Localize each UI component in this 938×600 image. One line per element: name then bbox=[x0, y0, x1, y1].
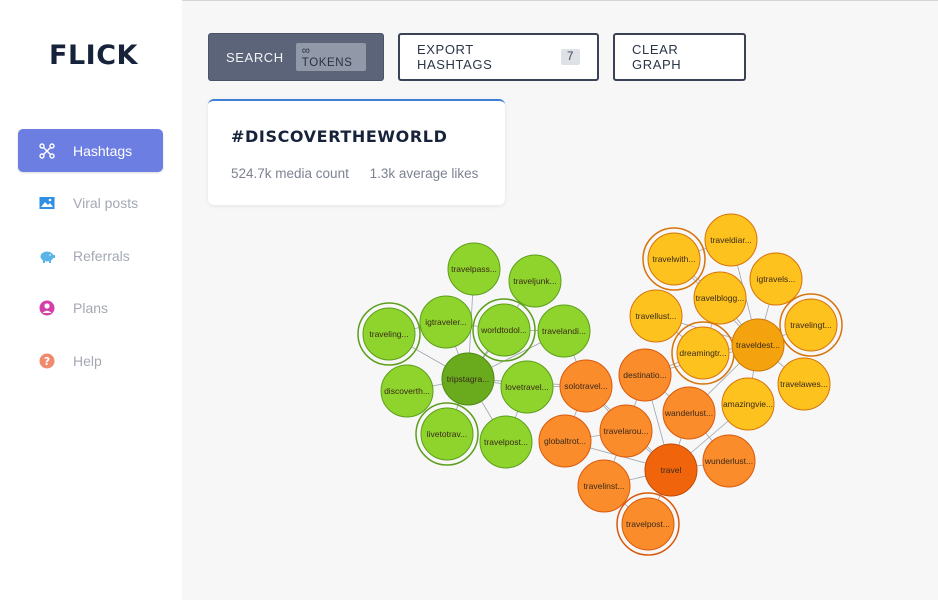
node-label: travelarou... bbox=[604, 426, 649, 436]
graph-node-travelawes[interactable]: travelawes... bbox=[777, 357, 831, 411]
graph-node-igtravels[interactable]: igtravels... bbox=[749, 252, 803, 306]
graph-node-igtraveler[interactable]: igtraveler... bbox=[419, 295, 473, 349]
graph-node-traveljunk[interactable]: traveljunk... bbox=[508, 254, 562, 308]
node-label: travel bbox=[661, 465, 682, 475]
node-label: traveldest... bbox=[736, 340, 780, 350]
node-label: igtraveler... bbox=[425, 317, 467, 327]
graph-nodes: travelpass... traveljunk... traveling... ig… bbox=[357, 213, 843, 556]
node-label: travelinst... bbox=[583, 481, 624, 491]
node-label: travelawes... bbox=[780, 379, 828, 389]
node-label: discoverth... bbox=[384, 386, 430, 396]
graph-node-destinatio[interactable]: destinatio... bbox=[618, 348, 672, 402]
node-label: travelblogg... bbox=[696, 293, 745, 303]
node-label: traveldiar... bbox=[710, 235, 752, 245]
node-label: traveljunk... bbox=[513, 276, 556, 286]
graph-node-wanderlust1[interactable]: wanderlust... bbox=[662, 386, 716, 440]
node-label: globaltrot... bbox=[544, 436, 586, 446]
graph-node-lovetravel[interactable]: lovetravel... bbox=[500, 360, 554, 414]
graph-node-travelpass[interactable]: travelpass... bbox=[447, 242, 501, 296]
graph-node-amazingvie[interactable]: amazingvie... bbox=[721, 377, 775, 431]
node-label: travelandi... bbox=[542, 326, 586, 336]
graph-node-traveldiar[interactable]: traveldiar... bbox=[704, 213, 758, 267]
node-label: travelpost... bbox=[626, 519, 670, 529]
graph-node-travelingt[interactable]: travelingt... bbox=[779, 293, 843, 357]
node-label: worldtodol... bbox=[480, 325, 527, 335]
node-label: travelwith... bbox=[653, 254, 696, 264]
graph-node-solotravel[interactable]: solotravel... bbox=[559, 359, 613, 413]
graph-node-worldtodo[interactable]: worldtodol... bbox=[472, 298, 536, 362]
node-label: traveling... bbox=[369, 329, 408, 339]
graph-node-travelpost_o[interactable]: travelpost... bbox=[616, 492, 680, 556]
node-label: lovetravel... bbox=[505, 382, 548, 392]
node-label: solotravel... bbox=[564, 381, 607, 391]
node-label: livetotrav... bbox=[427, 429, 467, 439]
graph-node-traveldest[interactable]: traveldest... bbox=[731, 318, 785, 372]
graph-node-travelpost_g[interactable]: travelpost... bbox=[479, 415, 533, 469]
graph-node-travelblogg[interactable]: travelblogg... bbox=[693, 271, 747, 325]
node-label: travelingt... bbox=[790, 320, 832, 330]
node-label: travelpass... bbox=[451, 264, 497, 274]
node-label: amazingvie... bbox=[723, 399, 773, 409]
node-label: travelpost... bbox=[484, 437, 528, 447]
node-label: tripstagra... bbox=[447, 374, 490, 384]
graph-node-livetotrav[interactable]: livetotrav... bbox=[415, 402, 479, 466]
node-label: igtravels... bbox=[757, 274, 796, 284]
hashtag-graph[interactable]: travelpass... traveljunk... traveling... ig… bbox=[0, 0, 938, 600]
graph-node-tripstagram[interactable]: tripstagra... bbox=[441, 352, 495, 406]
graph-node-travelwith[interactable]: travelwith... bbox=[642, 227, 706, 291]
node-label: destinatio... bbox=[623, 370, 666, 380]
node-label: travellust... bbox=[635, 311, 676, 321]
graph-node-travellust[interactable]: travellust... bbox=[629, 289, 683, 343]
node-label: dreamingtr... bbox=[679, 348, 726, 358]
graph-node-dreamingtr[interactable]: dreamingtr... bbox=[671, 321, 735, 385]
graph-node-traveling[interactable]: traveling... bbox=[357, 302, 421, 366]
node-label: wunderlust... bbox=[704, 456, 753, 466]
graph-node-travelarou[interactable]: travelarou... bbox=[599, 404, 653, 458]
graph-node-travelandi[interactable]: travelandi... bbox=[537, 304, 591, 358]
node-label: wanderlust... bbox=[664, 408, 713, 418]
graph-node-travelinst[interactable]: travelinst... bbox=[577, 459, 631, 513]
graph-node-travel[interactable]: travel bbox=[644, 443, 698, 497]
graph-node-discoverth[interactable]: discoverth... bbox=[380, 364, 434, 418]
graph-node-wunderlust[interactable]: wunderlust... bbox=[702, 434, 756, 488]
graph-node-globaltrot[interactable]: globaltrot... bbox=[538, 414, 592, 468]
